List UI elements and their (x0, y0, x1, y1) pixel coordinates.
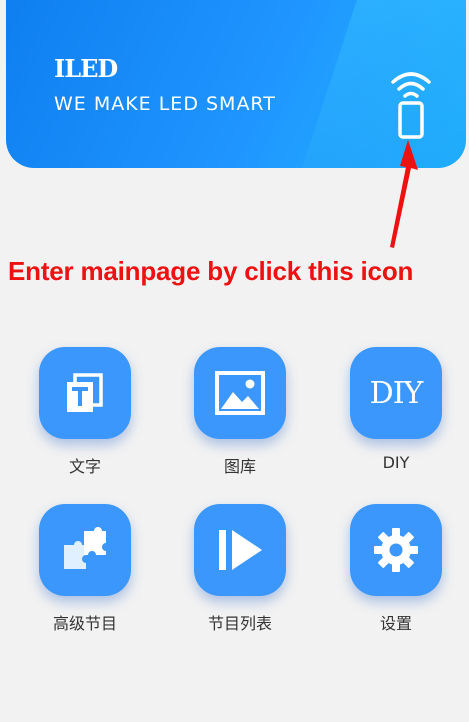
gallery-icon (215, 371, 265, 415)
tile-settings[interactable]: 设置 (348, 504, 444, 634)
tile-program-list[interactable]: 节目列表 (192, 504, 288, 634)
tile-gallery[interactable]: 图库 (192, 347, 288, 477)
gallery-tile-button[interactable] (194, 347, 286, 439)
text-icon (67, 373, 103, 412)
annotation-text: Enter mainpage by click this icon (8, 256, 414, 286)
tile-label-text: 文字 (68, 457, 101, 476)
puzzle-icon (64, 527, 106, 569)
tile-label-diy: DIY (382, 453, 410, 472)
tile-label-program-list: 节目列表 (207, 614, 272, 633)
text-tile-button[interactable] (39, 347, 131, 439)
play-icon (219, 530, 262, 570)
tile-diy[interactable]: DIY DIY (348, 347, 444, 472)
tile-label-gallery: 图库 (223, 457, 256, 476)
brand-title: ILED (54, 54, 118, 83)
diy-icon: DIY (369, 375, 424, 411)
device-connect-button[interactable] (388, 64, 434, 142)
tile-text[interactable]: 文字 (37, 347, 133, 477)
tile-label-advanced-program: 高级节目 (52, 614, 117, 633)
tile-label-settings: 设置 (379, 614, 412, 633)
phone-wifi-icon (391, 72, 431, 139)
program-list-tile-button[interactable] (194, 504, 286, 596)
advanced-program-tile-button[interactable] (39, 504, 131, 596)
tile-advanced-program[interactable]: 高级节目 (37, 504, 133, 634)
red-arrow-annotation (390, 140, 418, 248)
gear-icon (374, 528, 418, 572)
settings-tile-button[interactable] (350, 504, 442, 596)
brand-slogan: WE MAKE LED SMART (54, 93, 276, 115)
diy-tile-button[interactable]: DIY (350, 347, 442, 439)
